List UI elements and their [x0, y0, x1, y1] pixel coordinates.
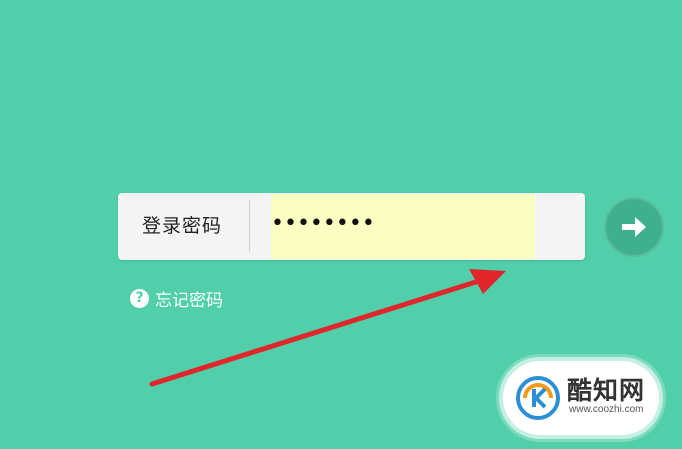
watermark: 酷知网 www.coozhi.com [503, 361, 659, 435]
watermark-url: www.coozhi.com [569, 404, 644, 415]
watermark-name: 酷知网 [567, 376, 646, 405]
coozhi-logo-icon [516, 376, 560, 420]
